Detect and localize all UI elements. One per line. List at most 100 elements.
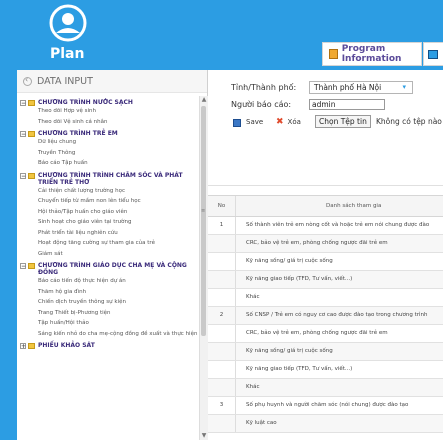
left-accent-bar xyxy=(0,0,17,440)
table-header: No Danh sách tham gia xyxy=(208,196,443,217)
chevron-down-icon: ▾ xyxy=(402,83,406,91)
tree-item[interactable]: Theo dõi Vệ sinh cá nhân xyxy=(17,117,199,128)
table-row[interactable]: 1 Số thành viên trẻ em nòng cốt và hoặc t… xyxy=(208,217,443,235)
section-title: CHƯƠNG TRÌNH NƯỚC SẠCH xyxy=(38,99,133,106)
tree-section-survey[interactable]: + PHIẾU KHẢO SÁT xyxy=(17,342,199,349)
table-row[interactable]: Kỹ năng giao tiếp (TFD, Tư vấn, viết...) xyxy=(208,271,443,289)
scroll-thumb[interactable] xyxy=(201,106,206,336)
tree-item[interactable]: Chuyển tiếp từ mầm non lên tiểu học xyxy=(17,196,199,207)
row-no xyxy=(208,289,236,306)
row-name: Số phụ huynh và người chăm sóc (nói chun… xyxy=(246,402,409,408)
table-row[interactable]: Kỹ năng sống/ giá trị cuộc sống xyxy=(208,343,443,361)
folder-icon xyxy=(329,49,338,59)
tree-item[interactable]: Hoạt động tăng cường sự tham gia của trẻ xyxy=(17,238,199,249)
row-no: 3 xyxy=(208,397,236,414)
collapse-toggle-icon[interactable]: − xyxy=(20,131,26,138)
tree-item[interactable]: Hội thảo/Tập huấn cho giáo viên xyxy=(17,207,199,218)
tree-scrollbar[interactable]: ▲ ≡ ▼ xyxy=(199,96,208,440)
save-button[interactable]: Save xyxy=(233,116,263,129)
no-file-text: Không có tệp nào được xyxy=(376,117,443,126)
table-row[interactable]: Khác xyxy=(208,379,443,397)
tree-item[interactable]: Báo cáo tiến độ thực hiện dự án xyxy=(17,276,199,287)
delete-x-icon: ✖ xyxy=(276,117,284,127)
table-row[interactable]: Kỹ năng sống/ giá trị cuộc sống xyxy=(208,253,443,271)
folder-icon xyxy=(28,342,35,349)
reporter-label: Người báo cáo: xyxy=(231,100,292,109)
program-information-button[interactable]: Program Information xyxy=(322,42,422,66)
row-name: Kỹ năng giao tiếp (TFD, Tư vấn, viết...) xyxy=(246,366,353,372)
section-title: CHƯƠNG TRÌNH GIÁO DỤC CHA MẸ VÀ CỘNG ĐỒN… xyxy=(38,262,187,276)
row-no: 2 xyxy=(208,307,236,324)
tree-item[interactable]: Thăm hộ gia đình xyxy=(17,287,199,298)
row-no xyxy=(208,271,236,288)
tree-item[interactable]: Báo cáo Tập huấn xyxy=(17,158,199,169)
scroll-grip-icon: ≡ xyxy=(201,208,206,214)
row-name: CRC, bảo vệ trẻ em, phòng chống ngược đã… xyxy=(246,240,388,246)
participants-table: No Danh sách tham gia 1 Số thành viên trẻ… xyxy=(208,195,443,433)
row-name: Số CNSP / Trẻ em có nguy cơ cao được đào… xyxy=(246,312,428,318)
tree-item[interactable]: Trang Thiết bị-Phương tiện xyxy=(17,308,199,319)
collapse-toggle-icon[interactable]: − xyxy=(20,263,26,270)
row-no xyxy=(208,325,236,342)
folder-icon xyxy=(28,172,35,179)
province-label: Tỉnh/Thành phố: xyxy=(231,83,297,92)
main-content: Tỉnh/Thành phố: Thành phố Hà Nội ▾ Người… xyxy=(208,70,443,440)
table-row[interactable]: 3 Số phụ huynh và người chăm sóc (nói chu… xyxy=(208,397,443,415)
delete-button[interactable]: ✖ Xóa xyxy=(276,116,301,129)
tree-item[interactable]: Tập huấn/Hội thảo xyxy=(17,318,199,329)
row-no: 1 xyxy=(208,217,236,234)
row-no xyxy=(208,235,236,252)
reporter-input[interactable]: admin xyxy=(309,99,385,110)
row-no xyxy=(208,361,236,378)
row-no xyxy=(208,343,236,360)
section-title: CHƯƠNG TRÌNH TRẺ EM xyxy=(38,130,118,137)
filter-form: Tỉnh/Thành phố: Thành phố Hà Nội ▾ Người… xyxy=(208,70,443,186)
tree-item[interactable]: Sinh hoạt cho giáo viên tại trường xyxy=(17,217,199,228)
row-no xyxy=(208,379,236,396)
table-row[interactable]: 2 Số CNSP / Trẻ em có nguy cơ cao được đà… xyxy=(208,307,443,325)
panel-header[interactable]: DATA INPUT xyxy=(17,70,207,93)
collapse-icon[interactable] xyxy=(23,75,32,86)
tree-item[interactable]: Phát triển tài liệu nghiên cứu xyxy=(17,228,199,239)
collapse-toggle-icon[interactable]: − xyxy=(20,100,26,107)
tree-item[interactable]: Chiến dịch truyền thông sự kiện xyxy=(17,297,199,308)
scroll-up-icon[interactable]: ▲ xyxy=(200,96,208,104)
province-select[interactable]: Thành phố Hà Nội ▾ xyxy=(309,81,413,94)
row-name: Khác xyxy=(246,294,260,300)
expand-toggle-icon[interactable]: + xyxy=(20,342,26,349)
navigation-tree: − CHƯƠNG TRÌNH NƯỚC SẠCH Theo dõi Hợp vệ… xyxy=(17,96,199,349)
col-name-header: Danh sách tham gia xyxy=(326,203,382,209)
collapse-toggle-icon[interactable]: − xyxy=(20,172,26,179)
tree-item[interactable]: Cải thiện chất lượng trường học xyxy=(17,186,199,197)
monitor-icon xyxy=(428,49,438,59)
tree-section-children[interactable]: − CHƯƠNG TRÌNH TRẺ EM xyxy=(17,130,199,138)
row-no xyxy=(208,415,236,432)
row-name: Kỹ luật cao xyxy=(246,420,277,426)
table-row[interactable]: Kỹ luật cao xyxy=(208,415,443,433)
section-title: PHIẾU KHẢO SÁT xyxy=(38,341,95,349)
tree-section-parent-education[interactable]: − CHƯƠNG TRÌNH GIÁO DỤC CHA MẸ VÀ CỘNG Đ… xyxy=(17,262,199,276)
program-information-label: Program Information xyxy=(341,44,402,64)
next-nav-button[interactable] xyxy=(423,42,443,66)
table-row[interactable]: CRC, bảo vệ trẻ em, phòng chống ngược đã… xyxy=(208,235,443,253)
tree-item[interactable]: Truyền Thông xyxy=(17,148,199,159)
tree-item[interactable]: Giám sát xyxy=(17,249,199,260)
choose-file-button[interactable]: Chọn Tệp tin xyxy=(315,115,371,128)
tree-item[interactable]: Dữ liệu chung xyxy=(17,137,199,148)
row-name: Khác xyxy=(246,384,260,390)
brand-logo-text: Plan xyxy=(50,46,85,62)
table-row[interactable]: CRC, bảo vệ trẻ em, phòng chống ngược đã… xyxy=(208,325,443,343)
scroll-down-icon[interactable]: ▼ xyxy=(200,432,208,440)
tree-item[interactable]: Theo dõi Hợp vệ sinh xyxy=(17,106,199,117)
folder-icon xyxy=(28,100,35,106)
row-name: Kỹ năng giao tiếp (TFD, Tư vấn, viết...) xyxy=(246,276,353,282)
tree-section-clean-water[interactable]: − CHƯƠNG TRÌNH NƯỚC SẠCH xyxy=(17,99,199,107)
tree-section-early-childhood[interactable]: − CHƯƠNG TRÌNH TRÌNH CHĂM SÓC VÀ PHÁT TR… xyxy=(17,172,199,186)
data-input-panel: DATA INPUT − CHƯƠNG TRÌNH NƯỚC SẠCH Theo… xyxy=(17,70,208,440)
table-row[interactable]: Khác xyxy=(208,289,443,307)
table-row[interactable]: Kỹ năng giao tiếp (TFD, Tư vấn, viết...) xyxy=(208,361,443,379)
delete-label: Xóa xyxy=(287,118,301,126)
panel-title: DATA INPUT xyxy=(37,75,93,87)
tree-item[interactable]: Sáng kiến nhỏ do cha mẹ-cộng đồng đề xuấ… xyxy=(17,329,199,339)
section-title: CHƯƠNG TRÌNH TRÌNH CHĂM SÓC VÀ PHÁT TRIỂ… xyxy=(38,171,183,186)
